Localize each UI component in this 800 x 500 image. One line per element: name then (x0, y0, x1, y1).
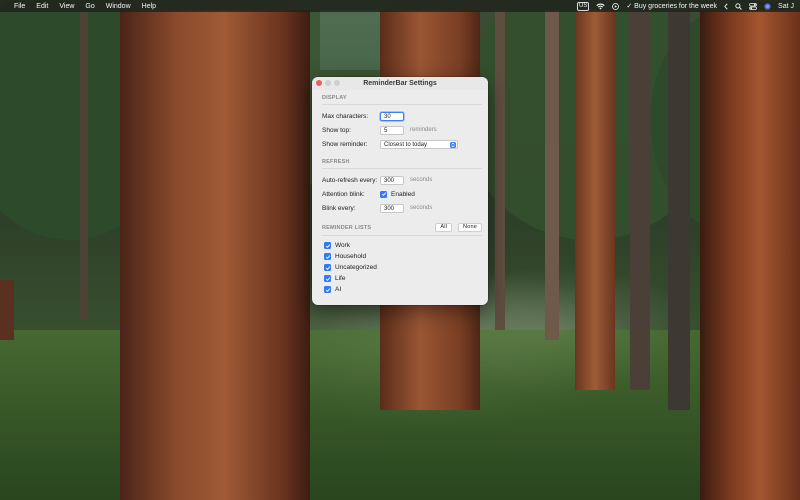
reminder-status-item[interactable]: ✓ Buy groceries for the week (626, 2, 717, 10)
blink-every-row: Blink every: 300 seconds (322, 201, 482, 215)
menu-edit[interactable]: Edit (36, 3, 48, 10)
close-window-button[interactable] (316, 80, 322, 86)
auto-refresh-row: Auto-refresh every: 300 seconds (322, 173, 482, 187)
menu-file[interactable]: File (14, 3, 25, 10)
reminder-lists-header-label: REMINDER LISTS (322, 224, 372, 231)
reminder-lists-section-header: REMINDER LISTS All None (322, 218, 482, 236)
siri-icon[interactable] (764, 2, 771, 10)
settings-window: ReminderBar Settings DISPLAY Max charact… (312, 77, 488, 305)
show-top-field[interactable]: 5 (380, 125, 404, 135)
checkmark-icon (325, 287, 330, 292)
show-reminder-label: Show reminder: (322, 140, 368, 148)
list-label-household[interactable]: Household (335, 253, 366, 260)
wifi-icon[interactable] (596, 2, 606, 10)
checkmark-icon (325, 276, 330, 281)
attention-blink-checkbox-label[interactable]: Enabled (391, 191, 415, 198)
list-item[interactable]: Household (322, 251, 482, 262)
menu-view[interactable]: View (59, 3, 74, 10)
window-titlebar[interactable]: ReminderBar Settings (312, 77, 488, 90)
refresh-section-header: REFRESH (322, 154, 482, 169)
search-icon[interactable] (735, 2, 742, 10)
list-checkbox-ai[interactable] (324, 286, 331, 293)
list-checkbox-uncategorized[interactable] (324, 264, 331, 271)
display-header-label: DISPLAY (322, 95, 347, 101)
max-characters-field[interactable]: 30 (380, 111, 404, 121)
menu-go[interactable]: Go (85, 3, 94, 10)
blink-every-field[interactable]: 300 (380, 203, 404, 213)
chevron-left-icon[interactable] (724, 2, 728, 10)
list-label-work[interactable]: Work (335, 242, 350, 249)
refresh-header-label: REFRESH (322, 159, 350, 165)
menu-window[interactable]: Window (106, 3, 131, 10)
checkmark-icon (325, 254, 330, 259)
list-label-ai[interactable]: AI (335, 286, 341, 293)
menubar-clock[interactable]: Sat J (778, 3, 794, 10)
checkmark-icon (325, 243, 330, 248)
zoom-window-button[interactable] (334, 80, 340, 86)
select-none-button[interactable]: None (458, 223, 482, 232)
list-checkbox-household[interactable] (324, 253, 331, 260)
list-checkbox-life[interactable] (324, 275, 331, 282)
list-item[interactable]: Uncategorized (322, 262, 482, 273)
max-characters-label: Max characters: (322, 112, 369, 120)
minimize-window-button[interactable] (325, 80, 331, 86)
display-section-header: DISPLAY (322, 90, 482, 105)
auto-refresh-field[interactable]: 300 (380, 175, 404, 185)
play-icon[interactable] (612, 2, 620, 10)
list-label-life[interactable]: Life (335, 275, 345, 282)
list-label-uncategorized[interactable]: Uncategorized (335, 264, 377, 271)
list-checkbox-work[interactable] (324, 242, 331, 249)
attention-blink-label: Attention blink: (322, 190, 365, 198)
show-top-label: Show top: (322, 126, 351, 134)
show-top-row: Show top: 5 reminders (322, 123, 482, 137)
auto-refresh-unit: seconds (410, 177, 433, 183)
show-reminder-row: Show reminder: Closest to today (322, 137, 482, 151)
blink-every-label: Blink every: (322, 204, 356, 212)
checkmark-icon (325, 265, 330, 270)
select-all-button[interactable]: All (435, 223, 453, 232)
control-center-icon[interactable] (749, 2, 757, 10)
menu-help[interactable]: Help (142, 3, 156, 10)
attention-blink-row: Attention blink: Enabled (322, 187, 482, 201)
show-reminder-value: Closest to today (384, 141, 428, 148)
list-item[interactable]: AI (322, 284, 482, 295)
list-item[interactable]: Life (322, 273, 482, 284)
blink-every-unit: seconds (410, 205, 433, 211)
checkmark-icon (381, 192, 386, 197)
input-source-badge[interactable]: US (577, 1, 590, 11)
list-item[interactable]: Work (322, 240, 482, 251)
attention-blink-checkbox[interactable] (380, 190, 387, 198)
show-top-unit: reminders (410, 127, 437, 133)
chevron-updown-icon (450, 141, 456, 148)
show-reminder-select[interactable]: Closest to today (380, 139, 458, 149)
window-title: ReminderBar Settings (363, 80, 437, 87)
max-characters-row: Max characters: 30 (322, 109, 482, 123)
menu-bar: File Edit View Go Window Help US ✓ Buy g… (0, 0, 800, 12)
auto-refresh-label: Auto-refresh every: (322, 176, 378, 184)
